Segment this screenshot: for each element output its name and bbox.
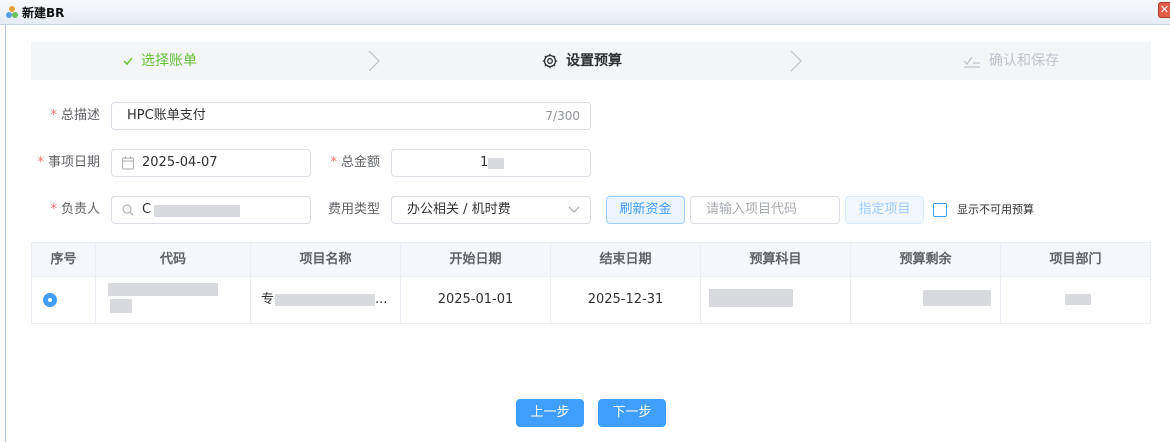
owner-label: * 负责人 <box>50 202 100 217</box>
chevron-down-icon <box>568 206 580 213</box>
column-header: 结束日期 <box>551 243 701 277</box>
column-header: 预算剩余 <box>851 243 1001 277</box>
redacted-block <box>488 158 504 169</box>
total-amount-input[interactable]: 1 <box>391 149 591 177</box>
start-date-cell: 2025-01-01 <box>401 277 551 323</box>
chevron-right-icon <box>368 50 380 72</box>
column-header: 代码 <box>96 243 251 277</box>
char-count: 7/300 <box>545 109 580 123</box>
step-bar: 选择账单 设置预算 确认和保存 <box>31 42 1151 80</box>
redacted-block <box>275 294 375 306</box>
description-label: * 总描述 <box>50 108 100 123</box>
redacted-block <box>108 283 218 296</box>
show-unavailable-checkbox[interactable] <box>933 203 947 217</box>
budget-subject-cell <box>701 277 851 323</box>
project-dept-cell <box>1001 277 1150 323</box>
budget-remaining-cell <box>851 277 1001 323</box>
window-border <box>5 25 6 442</box>
redacted-block <box>154 205 240 217</box>
step-label: 确认和保存 <box>989 53 1059 69</box>
total-amount-label: * 总金额 <box>330 155 380 170</box>
column-header: 预算科目 <box>701 243 851 277</box>
check-icon <box>123 57 133 66</box>
column-header: 项目名称 <box>251 243 401 277</box>
budget-table: 序号 代码 项目名称 开始日期 结束日期 预算科目 预算剩余 项目部门 专 ..… <box>31 242 1151 324</box>
step-set-budget[interactable]: 设置预算 <box>542 42 622 80</box>
redacted-block <box>709 289 793 307</box>
gear-icon <box>542 53 558 69</box>
redacted-block <box>110 299 132 313</box>
step-label: 设置预算 <box>566 53 622 69</box>
title-bar: 新建BR ✕ <box>0 0 1170 25</box>
app-icon <box>6 6 18 18</box>
owner-input[interactable]: C <box>111 196 311 224</box>
dialog-window: 新建BR ✕ 选择账单 设置预算 确认和保存 * 总描述 HPC账单支付 7/3… <box>0 0 1170 442</box>
refresh-funds-button[interactable]: 刷新资金 <box>606 196 685 224</box>
step-confirm-save[interactable]: 确认和保存 <box>963 42 1059 80</box>
calendar-icon <box>122 156 134 170</box>
expense-type-label: 费用类型 <box>327 202 380 217</box>
column-header: 项目部门 <box>1001 243 1150 277</box>
project-name-cell: 专 ... <box>251 277 401 323</box>
window-title: 新建BR <box>22 6 65 20</box>
expense-type-select[interactable]: 办公相关 / 机时费 <box>391 196 591 224</box>
assign-project-button[interactable]: 指定项目 <box>845 196 924 224</box>
redacted-block <box>1065 294 1091 305</box>
end-date-cell: 2025-12-31 <box>551 277 701 323</box>
search-icon <box>122 204 134 216</box>
close-button[interactable]: ✕ <box>1158 2 1170 18</box>
chevron-right-icon <box>790 50 802 72</box>
row-select-cell[interactable] <box>32 277 96 323</box>
project-code-input[interactable]: 请输入项目代码 <box>690 196 840 224</box>
column-header: 开始日期 <box>401 243 551 277</box>
prev-step-button[interactable]: 上一步 <box>516 399 584 427</box>
show-unavailable-label[interactable]: 显示不可用预算 <box>957 203 1034 217</box>
code-cell <box>96 277 251 323</box>
redacted-block <box>923 290 991 306</box>
confirm-icon <box>963 56 980 68</box>
next-step-button[interactable]: 下一步 <box>598 399 666 427</box>
date-label: * 事项日期 <box>37 155 100 170</box>
step-label: 选择账单 <box>141 53 197 69</box>
step-select-bill[interactable]: 选择账单 <box>123 42 197 80</box>
date-picker[interactable]: 2025-04-07 <box>111 149 311 177</box>
column-header: 序号 <box>32 243 96 277</box>
placeholder: 请输入项目代码 <box>706 202 798 217</box>
row-radio[interactable] <box>43 293 57 307</box>
description-input[interactable]: HPC账单支付 7/300 <box>111 102 591 130</box>
close-icon: ✕ <box>1159 3 1170 16</box>
